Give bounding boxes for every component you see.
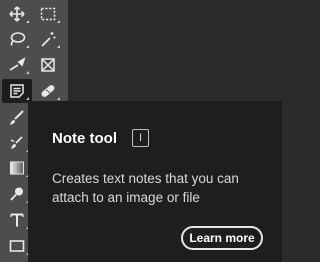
- bandage-icon: [39, 82, 57, 100]
- magic-wand-tool-button[interactable]: [33, 27, 63, 51]
- healing-brush-tool-button[interactable]: [33, 79, 63, 103]
- learn-more-button[interactable]: Learn more: [181, 226, 263, 250]
- frame-icon: [39, 56, 57, 74]
- note-tool-button[interactable]: [2, 79, 32, 103]
- note-tool-tooltip: Note tool I Creates text notes that you …: [28, 101, 282, 262]
- rectangular-marquee-icon: [39, 5, 57, 23]
- eyedropper-tool-button[interactable]: [2, 53, 32, 77]
- magic-wand-icon: [39, 30, 57, 48]
- marquee-tool-button[interactable]: [33, 2, 63, 26]
- type-icon: [8, 211, 26, 229]
- move-icon: [8, 5, 26, 23]
- gradient-icon: [8, 159, 26, 177]
- photo-editor-ui: Note tool I Creates text notes that you …: [0, 0, 282, 262]
- frame-tool-button[interactable]: [33, 53, 63, 77]
- lasso-tool-button[interactable]: [2, 27, 32, 51]
- clone-stamp-icon: [8, 134, 26, 152]
- lasso-icon: [8, 30, 26, 48]
- brush-icon: [8, 109, 26, 127]
- move-tool-button[interactable]: [2, 2, 32, 26]
- dodge-icon: [8, 185, 26, 203]
- shortcut-key-badge: I: [132, 129, 149, 147]
- eyedropper-icon: [8, 56, 26, 74]
- tooltip-title: Note tool: [52, 130, 117, 147]
- note-icon: [8, 82, 26, 100]
- rectangle-icon: [8, 237, 26, 255]
- tooltip-description: Creates text notes that you can attach t…: [52, 171, 239, 205]
